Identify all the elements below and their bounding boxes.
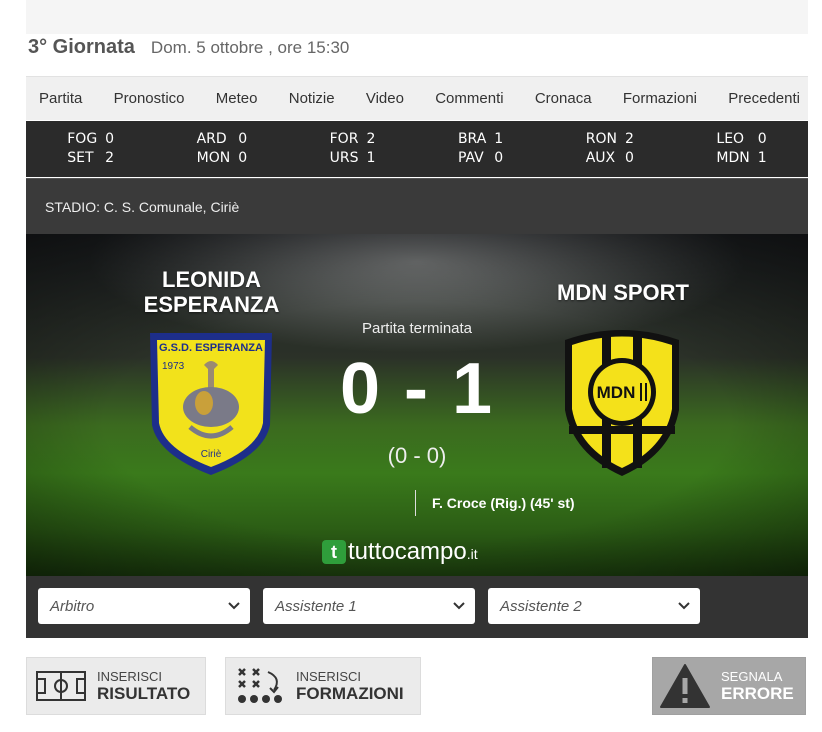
report-error-big: ERRORE — [721, 683, 794, 703]
ticker-home-score: 2 — [624, 131, 634, 147]
assistant2-select[interactable]: Assistente 2 — [488, 588, 700, 624]
ticker-away-team: MON — [196, 150, 231, 166]
goal-scorer: F. Croce (Rig.) (45' st) — [415, 490, 575, 516]
ticker-away-score: 1 — [757, 150, 767, 166]
ticker-away-team: SET — [67, 150, 94, 166]
ticker-home-team: ARD — [196, 131, 227, 147]
ticker-match[interactable]: ARD 0 MON 0 — [197, 130, 248, 168]
ticker-away-score: 0 — [624, 150, 634, 166]
brand-name: tuttocampo — [348, 538, 467, 565]
ticker-home-team: FOG — [67, 131, 98, 147]
match-hero: LEONIDA ESPERANZA MDN SPORT G.S.D. ESPER… — [26, 234, 808, 576]
ticker-away-score: 1 — [366, 150, 376, 166]
match-tabs: Partita Pronostico Meteo Notizie Video C… — [26, 76, 808, 120]
tab-partita[interactable]: Partita — [39, 90, 82, 107]
ticker-away-score: 2 — [105, 150, 115, 166]
tab-video[interactable]: Video — [366, 90, 404, 107]
insert-result-small: INSERISCI — [97, 668, 163, 684]
tab-cronaca[interactable]: Cronaca — [535, 90, 592, 107]
brand-tld: .it — [466, 546, 478, 562]
home-team-name-line2: ESPERANZA — [143, 292, 280, 317]
ticker-match[interactable]: BRA 1 PAV 0 — [458, 130, 503, 168]
insert-lineups-button[interactable]: INSERISCI FORMAZIONI — [225, 657, 421, 715]
match-status: Partita terminata — [361, 320, 473, 337]
ticker-home-team: LEO — [716, 131, 745, 147]
ticker-home-score: 1 — [494, 131, 504, 147]
tab-notizie[interactable]: Notizie — [289, 90, 335, 107]
tab-commenti[interactable]: Commenti — [435, 90, 503, 107]
ticker-home-team: BRA — [457, 131, 487, 147]
final-score: 0 - 1 — [339, 349, 495, 429]
away-team-name[interactable]: MDN SPORT — [538, 280, 708, 305]
chevron-down-icon — [678, 602, 690, 610]
tab-pronostico[interactable]: Pronostico — [114, 90, 185, 107]
ticker-match[interactable]: FOR 2 URS 1 — [330, 130, 376, 168]
warning-icon — [660, 664, 710, 708]
assistant2-select-label: Assistente 2 — [500, 597, 582, 615]
halftime-score: (0 - 0) — [387, 443, 447, 468]
ticker-home-team: RON — [585, 131, 617, 147]
ticker-match[interactable]: LEO 0 MDN 1 — [716, 130, 766, 168]
scorer-text: F. Croce (Rig.) (45' st) — [432, 495, 575, 511]
match-date: Dom. 5 ottobre , ore 15:30 — [150, 38, 350, 57]
ticker-away-score: 0 — [238, 150, 248, 166]
ticker-home-score: 0 — [757, 131, 767, 147]
round-label: 3° Giornata — [28, 36, 135, 58]
insert-lineups-big: FORMAZIONI — [296, 683, 404, 703]
tab-formazioni[interactable]: Formazioni — [623, 90, 697, 107]
ticker-home-team: FOR — [329, 131, 359, 147]
pitch-icon — [36, 671, 86, 701]
scorer-divider — [415, 490, 416, 516]
assistant1-select-label: Assistente 1 — [275, 597, 357, 615]
home-team-name-line1: LEONIDA — [162, 267, 261, 292]
results-ticker: FOG 0 SET 2 ARD 0 MON 0 FOR 2 URS 1 BRA 1 PAV 0 … — [26, 121, 808, 177]
stadium-info: STADIO: C. S. Comunale, Ciriè — [26, 178, 808, 234]
tuttocampo-logo: t tuttocampo.it — [322, 538, 478, 566]
ticker-home-score: 2 — [366, 131, 376, 147]
ticker-away-team: PAV — [457, 150, 484, 166]
chevron-down-icon — [453, 602, 465, 610]
home-team-name[interactable]: LEONIDA ESPERANZA — [124, 267, 299, 317]
tab-precedenti[interactable]: Precedenti — [728, 90, 800, 107]
ticker-home-score: 0 — [105, 131, 115, 147]
report-error-button[interactable]: SEGNALA ERRORE — [652, 657, 806, 715]
insert-lineups-small: INSERISCI — [296, 668, 362, 684]
tab-meteo[interactable]: Meteo — [216, 90, 258, 107]
assistant1-select[interactable]: Assistente 1 — [263, 588, 475, 624]
referee-select[interactable]: Arbitro — [38, 588, 250, 624]
ticker-home-score: 0 — [238, 131, 248, 147]
ticker-away-team: MDN — [716, 150, 750, 166]
ticker-away-team: AUX — [585, 150, 616, 166]
ticker-match[interactable]: FOG 0 SET 2 — [67, 130, 114, 168]
round-header: 3° Giornata Dom. 5 ottobre , ore 15:30 — [28, 36, 349, 62]
insert-result-button[interactable]: INSERISCI RISULTATO — [26, 657, 206, 715]
report-error-small: SEGNALA — [721, 668, 783, 684]
tuttocampo-mark-icon: t — [322, 540, 346, 564]
ticker-away-score: 0 — [494, 150, 504, 166]
tactics-icon — [238, 668, 282, 703]
officials-bar: Arbitro Assistente 1 Assistente 2 — [26, 576, 808, 638]
ticker-match[interactable]: RON 2 AUX 0 — [586, 130, 634, 168]
referee-select-label: Arbitro — [50, 597, 95, 615]
top-strip — [26, 0, 808, 34]
insert-result-big: RISULTATO — [97, 683, 191, 703]
chevron-down-icon — [228, 602, 240, 610]
ticker-away-team: URS — [329, 150, 359, 166]
